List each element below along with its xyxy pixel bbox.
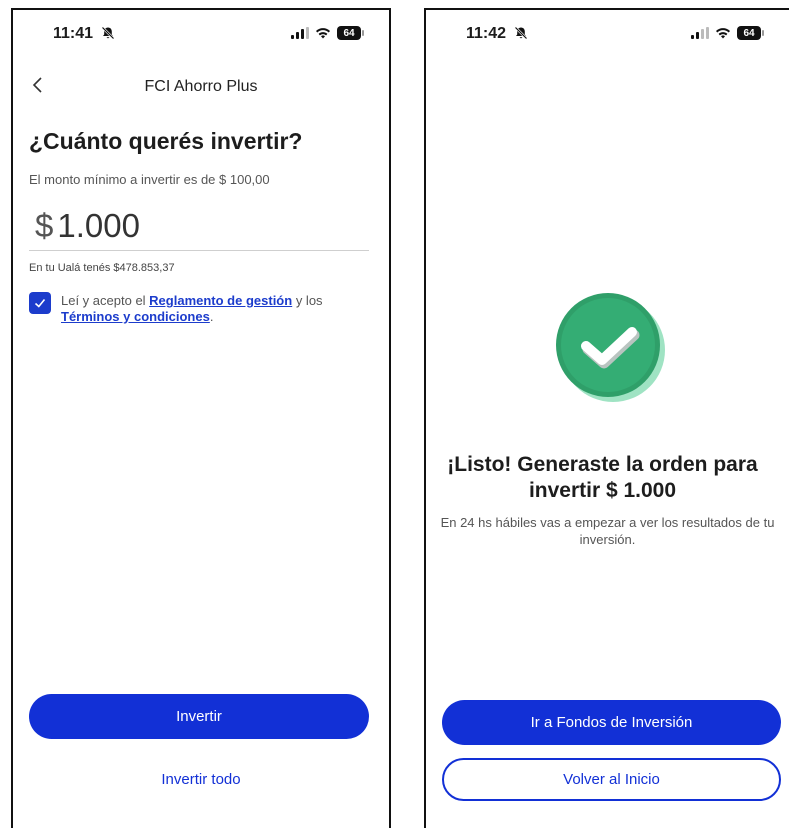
wifi-icon bbox=[316, 28, 330, 39]
cellular-signal-icon bbox=[291, 27, 309, 39]
status-bar: 11:42 64 bbox=[426, 10, 789, 58]
available-balance-text: En tu Ualá tenés $478.853,37 bbox=[29, 262, 175, 274]
amount-underline bbox=[29, 250, 369, 251]
invest-all-link[interactable]: Invertir todo bbox=[13, 771, 389, 788]
status-time: 11:41 bbox=[53, 25, 94, 42]
minimum-amount-text: El monto mínimo a invertir es de $ 100,0… bbox=[29, 172, 270, 187]
reglamento-link[interactable]: Reglamento de gestión bbox=[149, 293, 292, 308]
order-confirmation-screen: 11:42 64 ¡Listo! Generaste la orden para… bbox=[424, 8, 789, 828]
terminos-link[interactable]: Términos y condiciones bbox=[61, 309, 210, 324]
terms-suffix: . bbox=[209, 309, 214, 324]
amount-value: 1.000 bbox=[57, 207, 140, 244]
system-icons: 64 bbox=[691, 26, 764, 40]
wifi-icon bbox=[716, 28, 730, 39]
battery-indicator: 64 bbox=[737, 26, 764, 40]
terms-middle: y los bbox=[292, 293, 323, 308]
system-icons: 64 bbox=[291, 26, 364, 40]
checkmark-icon bbox=[34, 298, 46, 308]
cellular-signal-icon bbox=[691, 27, 709, 39]
confirmation-subtitle: En 24 hs hábiles vas a empezar a ver los… bbox=[440, 515, 775, 547]
success-check-icon bbox=[556, 293, 665, 402]
invest-button[interactable]: Invertir bbox=[29, 694, 369, 739]
confirmation-title: ¡Listo! Generaste la orden para invertir… bbox=[447, 453, 758, 502]
investment-amount-screen: 11:41 64 FCI Ahorro Plus ¿Cuánto querés … bbox=[11, 8, 391, 828]
page-heading: ¿Cuánto querés invertir? bbox=[29, 128, 303, 154]
currency-symbol: $ bbox=[35, 207, 54, 244]
status-time: 11:42 bbox=[466, 25, 507, 42]
bell-muted-icon bbox=[101, 26, 115, 40]
go-to-funds-button[interactable]: Ir a Fondos de Inversión bbox=[442, 700, 781, 745]
nav-title: FCI Ahorro Plus bbox=[144, 78, 258, 95]
amount-input[interactable]: $ 1.000 bbox=[35, 207, 140, 245]
status-bar: 11:41 64 bbox=[13, 10, 389, 58]
terms-checkbox[interactable] bbox=[29, 292, 51, 314]
battery-indicator: 64 bbox=[337, 26, 364, 40]
bell-muted-icon bbox=[514, 26, 528, 40]
back-to-home-button[interactable]: Volver al Inicio bbox=[442, 758, 781, 801]
terms-prefix: Leí y acepto el bbox=[61, 293, 150, 308]
terms-text: Leí y acepto el Reglamento de gestión y … bbox=[61, 293, 361, 325]
